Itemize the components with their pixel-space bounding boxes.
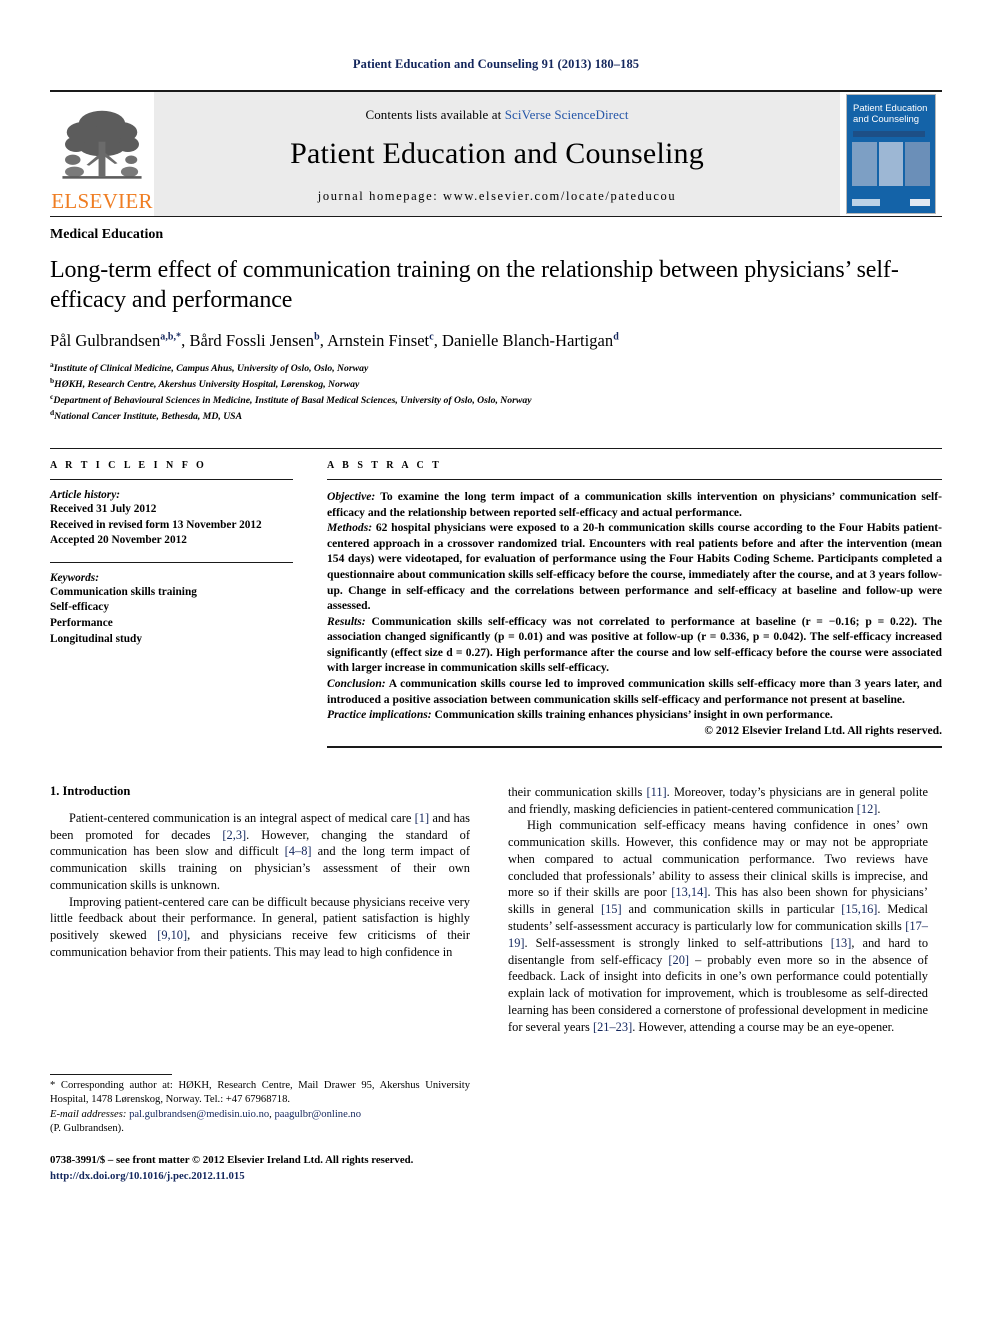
abstract-heading: A B S T R A C T (327, 460, 442, 472)
keyword-item: Performance (50, 616, 113, 629)
doi-link[interactable]: http://dx.doi.org/10.1016/j.pec.2012.11.… (50, 1169, 470, 1184)
abstract-methods: Methods: 62 hospital physicians were exp… (327, 520, 942, 613)
paper-page: Patient Education and Counseling 91 (201… (0, 0, 992, 1323)
masthead-center: Contents lists available at SciVerse Sci… (154, 92, 840, 216)
keyword-item: Self-efficacy (50, 601, 109, 614)
abstract-methods-text: 62 hospital physicians were exposed to a… (327, 521, 942, 613)
author-list: Pål Gulbrandsena,b,*, Bård Fossli Jensen… (50, 331, 619, 351)
abstract-copyright: © 2012 Elsevier Ireland Ltd. All rights … (704, 723, 942, 737)
affiliation-list: aInstitute of Clinical Medicine, Campus … (50, 360, 942, 424)
article-section-kicker: Medical Education (50, 227, 164, 242)
affiliation-item: cDepartment of Behavioural Sciences in M… (50, 392, 942, 408)
body-column-right: their communication skills [11]. Moreove… (508, 784, 928, 1184)
abstract-objective-text: To examine the long term impact of a com… (327, 490, 942, 519)
journal-masthead: ELSEVIER Contents lists available at Sci… (50, 90, 942, 216)
affiliation-text: Department of Behavioural Sciences in Me… (53, 395, 532, 407)
abstract-objective: Objective: To examine the long term impa… (327, 489, 942, 520)
history-revised: Received in revised form 13 November 201… (50, 518, 262, 531)
abstract-results-label: Results: (327, 614, 366, 628)
divider (50, 479, 293, 481)
cover-photo-strip (852, 142, 931, 186)
cover-image: Patient Education and Counseling (846, 94, 936, 214)
intro-paragraph: Patient-centered communication is an int… (50, 810, 471, 892)
cover-title-line2: and Counseling (853, 113, 920, 125)
citation-link[interactable]: [15] (601, 902, 622, 916)
affiliation-item: aInstitute of Clinical Medicine, Campus … (50, 360, 942, 376)
intro-paragraph: Improving patient-centered care can be d… (50, 894, 470, 960)
email-note: E-mail addresses: pal.gulbrandsen@medisi… (50, 1108, 470, 1122)
elsevier-tree-icon (62, 110, 142, 179)
footnote-block: * Corresponding author at: HØKH, Researc… (50, 1073, 470, 1184)
citation-link[interactable]: [13,14] (671, 885, 707, 899)
keyword-item: Communication skills training (50, 585, 197, 598)
citation-link[interactable]: [21–23] (593, 1020, 632, 1034)
keywords-block: Keywords: Communication skills training … (50, 572, 293, 647)
cover-footer-logos (852, 198, 930, 207)
citation-link[interactable]: [1] (415, 811, 429, 825)
corresponding-author-note: * Corresponding author at: HØKH, Researc… (50, 1079, 470, 1106)
abstract-results-text: Communication skills self-efficacy was n… (327, 614, 942, 675)
footnote-divider (50, 1073, 172, 1075)
abstract-conclusion-text: A communication skills course led to imp… (327, 676, 942, 706)
email-label: E-mail addresses: (50, 1108, 127, 1120)
journal-title: Patient Education and Counseling (290, 136, 704, 170)
divider (50, 561, 293, 563)
affiliation-item: bHØKH, Research Centre, Akershus Univers… (50, 376, 942, 392)
article-info-column: A R T I C L E I N F O Article history: R… (50, 460, 293, 748)
running-head: Patient Education and Counseling 91 (201… (352, 57, 640, 71)
citation-link[interactable]: [12] (857, 802, 878, 816)
abstract-objective-label: Objective: (327, 490, 376, 504)
sciencedirect-link[interactable]: SciVerse ScienceDirect (505, 107, 629, 122)
abstract-practice-implications: Practice implications: Communication ski… (327, 707, 942, 723)
abstract-conclusion: Conclusion: A communication skills cours… (327, 676, 942, 707)
citation-link[interactable]: [15,16] (841, 902, 877, 916)
abstract-practice-label: Practice implications: (327, 708, 432, 722)
issn-line: 0738-3991/$ – see front matter © 2012 El… (50, 1154, 414, 1167)
intro-paragraph: High communication self-efficacy means h… (508, 818, 929, 1034)
affiliation-item: dNational Cancer Institute, Bethesda, MD… (50, 408, 942, 424)
affiliation-text: National Cancer Institute, Bethesda, MD,… (54, 411, 243, 423)
abstract-methods-label: Methods: (327, 521, 373, 535)
abstract-practice-text: Communication skills training enhances p… (431, 708, 833, 722)
citation-link[interactable]: [2,3] (222, 828, 246, 842)
elsevier-logo: ELSEVIER (50, 92, 154, 216)
history-received: Received 31 July 2012 (50, 503, 157, 516)
history-accepted: Accepted 20 November 2012 (50, 534, 187, 547)
article-info-heading: A R T I C L E I N F O (50, 460, 207, 472)
affiliation-text: HØKH, Research Centre, Akershus Universi… (54, 379, 360, 391)
contents-prefix: Contents lists available at (365, 106, 505, 122)
citation-link[interactable]: [13] (831, 936, 852, 950)
body-column-left: 1. Introduction Patient-centered communi… (50, 784, 470, 1184)
issn-block: 0738-3991/$ – see front matter © 2012 El… (50, 1153, 470, 1183)
citation-link[interactable]: [11] (646, 785, 666, 799)
contents-available-line: Contents lists available at SciVerse Sci… (365, 107, 628, 123)
divider (327, 479, 942, 481)
article-history-label: Article history: (50, 489, 120, 502)
abstract-column: A B S T R A C T Objective: To examine th… (327, 460, 942, 748)
body-columns: 1. Introduction Patient-centered communi… (50, 784, 942, 1184)
citation-link[interactable]: [9,10] (157, 928, 187, 942)
journal-cover-thumbnail: Patient Education and Counseling (840, 92, 942, 216)
abstract-conclusion-label: Conclusion: (327, 676, 386, 690)
elsevier-wordmark: ELSEVIER (51, 189, 153, 213)
section-heading-introduction: 1. Introduction (50, 783, 131, 798)
abstract-results: Results: Communication skills self-effic… (327, 614, 942, 676)
info-abstract-region: A R T I C L E I N F O Article history: R… (50, 448, 942, 748)
cover-subtitle-band (853, 131, 925, 137)
email-owner: (P. Gulbrandsen). (50, 1123, 124, 1135)
email-link-1[interactable]: pal.gulbrandsen@medisin.uio.no (129, 1109, 269, 1120)
citation-link[interactable]: [4–8] (285, 844, 312, 858)
keyword-item: Longitudinal study (50, 632, 142, 645)
email-link-2[interactable]: paagulbr@online.no (274, 1109, 361, 1120)
page-title: Long-term effect of communication traini… (50, 257, 899, 313)
citation-link[interactable]: [17–19] (508, 919, 928, 950)
citation-link[interactable]: [20] (668, 953, 689, 967)
journal-homepage[interactable]: journal homepage: www.elsevier.com/locat… (318, 189, 676, 204)
cover-title: Patient Education and Counseling (853, 103, 931, 125)
divider (327, 745, 942, 748)
title-block: Medical Education Long-term effect of co… (50, 216, 942, 424)
affiliation-text: Institute of Clinical Medicine, Campus A… (53, 363, 369, 375)
intro-paragraph-continued: their communication skills [11]. Moreove… (508, 784, 928, 816)
keywords-label: Keywords: (50, 571, 99, 584)
